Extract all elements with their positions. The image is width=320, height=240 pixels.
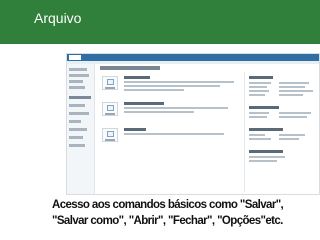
text-line <box>279 90 313 92</box>
text-line <box>249 94 265 96</box>
office-backstage-screenshot <box>66 53 320 195</box>
action-tile <box>102 102 118 116</box>
text-line <box>124 89 184 91</box>
people-heading <box>249 128 283 131</box>
nav-item <box>69 68 87 71</box>
text-line <box>249 160 277 162</box>
nav-item <box>69 80 83 83</box>
text-line <box>279 116 307 118</box>
header-bar: Arquivo <box>0 0 320 44</box>
section-heading <box>124 128 146 131</box>
text-line <box>124 81 234 83</box>
nav-item <box>69 136 83 139</box>
page-title: Arquivo <box>34 10 82 26</box>
file-tab <box>69 55 81 60</box>
versions-icon <box>107 131 114 137</box>
section-heading <box>124 102 164 105</box>
text-line <box>124 133 224 135</box>
text-line <box>249 112 269 114</box>
nav-item <box>69 144 85 147</box>
text-line <box>279 82 309 84</box>
text-line <box>249 90 269 92</box>
text-line <box>124 85 220 87</box>
text-line <box>279 86 305 88</box>
text-line <box>249 86 267 88</box>
text-line <box>249 116 267 118</box>
text-line <box>279 94 303 96</box>
tile-caption <box>105 139 115 141</box>
related-heading <box>249 150 283 153</box>
text-line <box>279 138 299 140</box>
lock-icon <box>107 79 114 85</box>
nav-item <box>69 74 89 77</box>
checklist-icon <box>107 105 114 111</box>
nav-item <box>69 128 87 131</box>
text-line <box>279 134 305 136</box>
dates-heading <box>249 106 279 109</box>
text-line <box>249 156 285 158</box>
backstage-main <box>96 64 319 194</box>
action-tile <box>102 128 118 142</box>
text-line <box>124 111 194 113</box>
text-line <box>249 138 271 140</box>
document-info-title <box>100 66 160 70</box>
nav-item <box>69 96 91 99</box>
action-tile <box>102 76 118 90</box>
section-heading <box>124 76 150 79</box>
text-line <box>279 112 311 114</box>
slide-caption: Acesso aos comandos básicos como "Salvar… <box>52 199 284 227</box>
nav-item <box>69 86 85 89</box>
nav-item <box>69 112 89 115</box>
backstage-nav <box>67 64 95 194</box>
text-line <box>249 82 271 84</box>
text-line <box>249 134 265 136</box>
nav-item <box>69 104 85 107</box>
ribbon-bar <box>67 54 319 61</box>
properties-panel <box>244 72 318 192</box>
tile-caption <box>105 87 115 89</box>
text-line <box>124 107 228 109</box>
properties-heading <box>249 76 273 79</box>
nav-item <box>69 120 81 123</box>
tile-caption <box>105 113 115 115</box>
